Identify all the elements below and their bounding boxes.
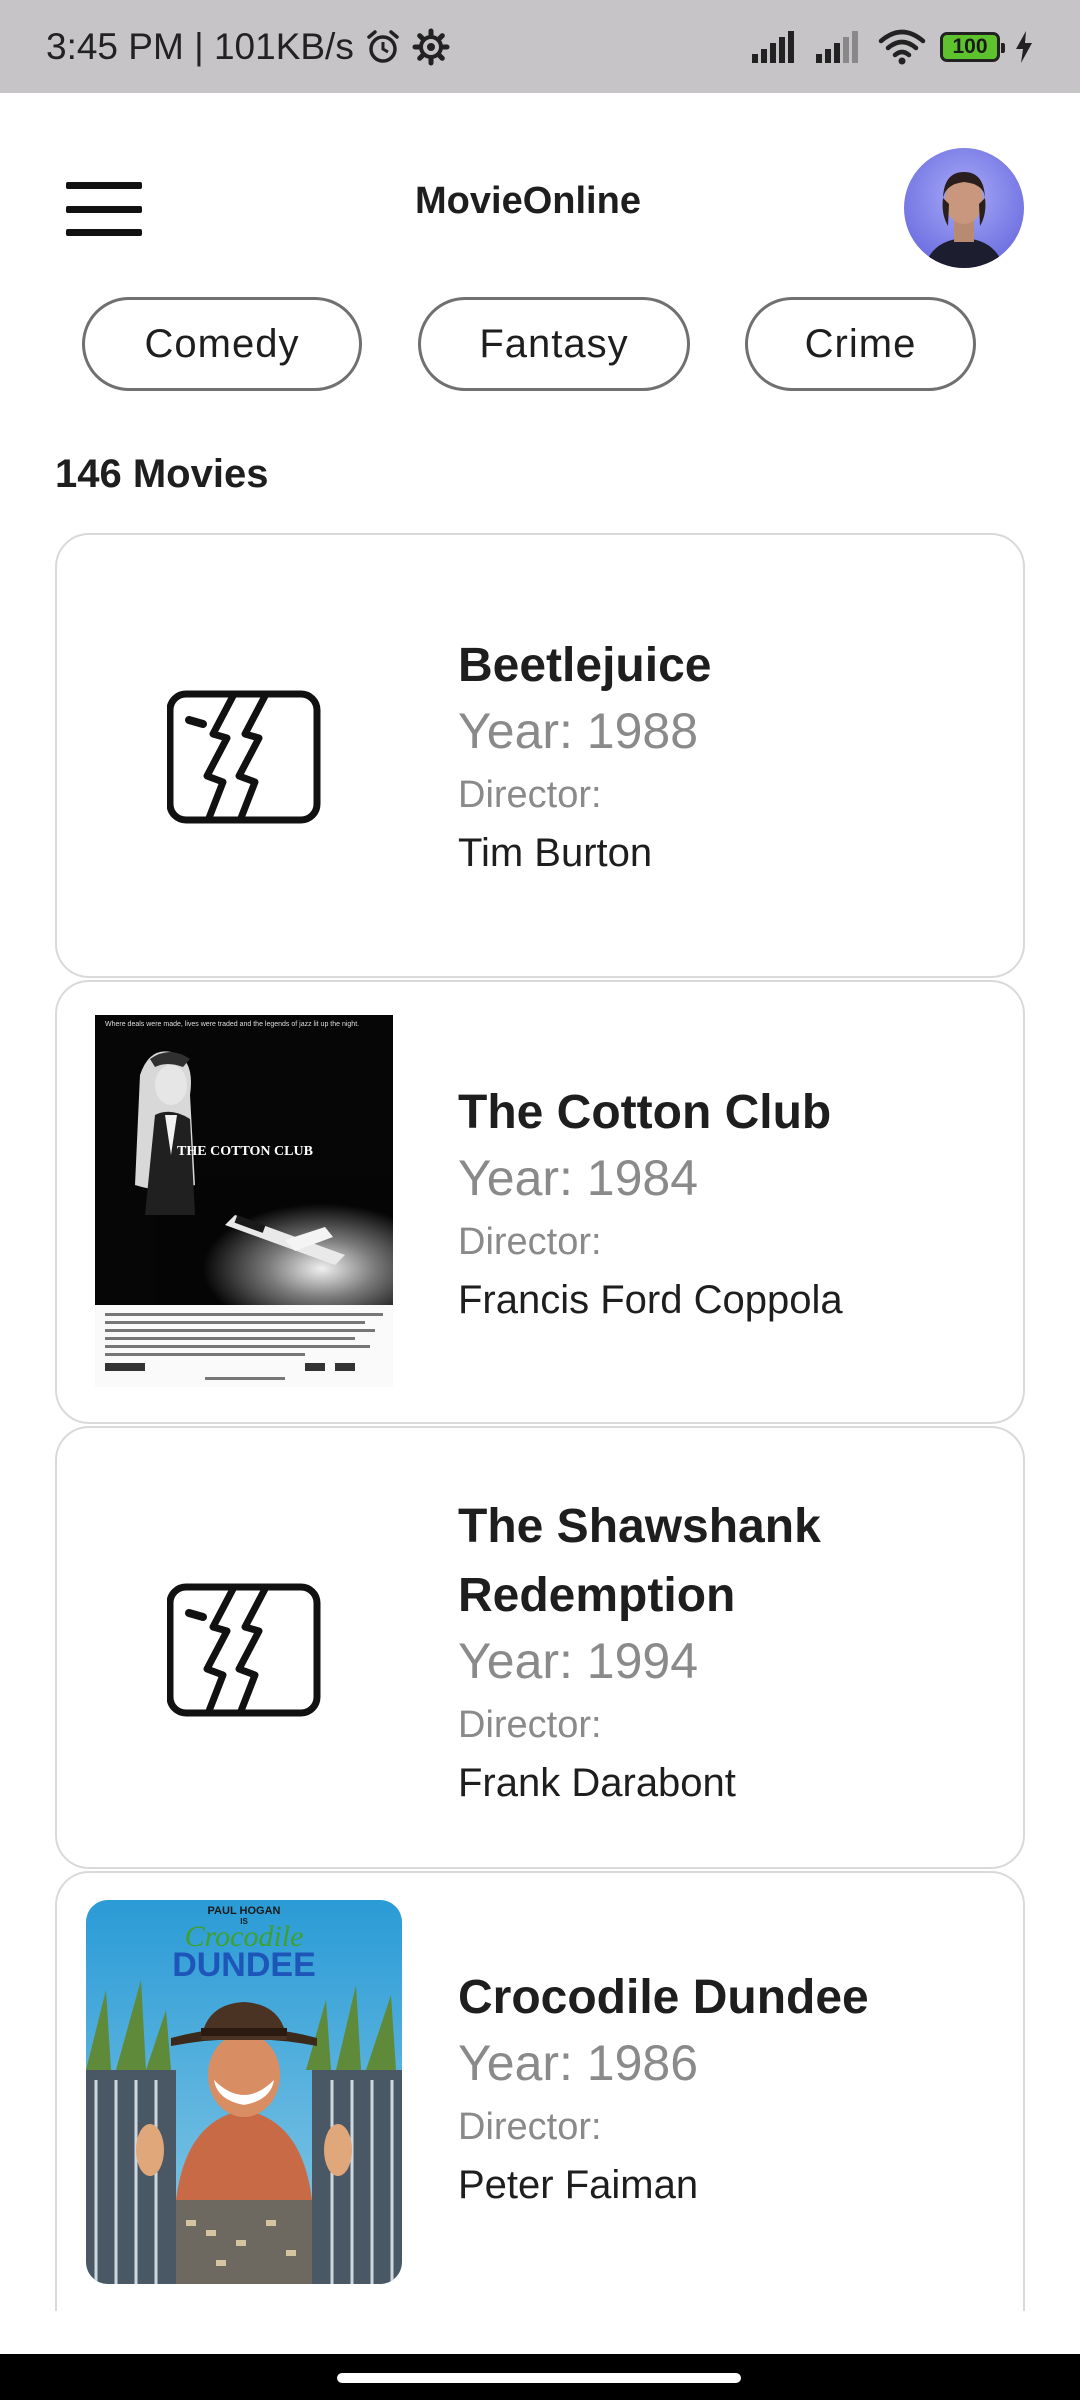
genre-chip-label: Comedy [144,321,300,366]
genre-chip-comedy[interactable]: Comedy [82,297,362,391]
movie-card[interactable]: The Shawshank Redemption Year: 1994 Dire… [55,1426,1025,1869]
movie-year: Year: 1988 [458,703,699,759]
movie-info: Crocodile Dundee Year: 1986 Director: Pe… [458,1963,869,2214]
menu-bar-line [66,229,142,236]
movie-year: Year: 1986 [458,2035,699,2091]
director-label: Director: [458,1704,602,1746]
poster-logo-bottom: DUNDEE [172,1946,316,1984]
movie-poster: PAUL HOGAN IS Crocodile DUNDEE [86,1900,402,2284]
movie-year: Year: 1994 [458,1633,699,1689]
genre-chip-fantasy[interactable]: Fantasy [418,297,690,391]
status-bar: 3:45 PM | 101KB/s 100 [0,0,1080,93]
movie-info: The Shawshank Redemption Year: 1994 Dire… [458,1492,978,1812]
battery-level: 100 [952,34,988,58]
charging-icon [1014,30,1034,64]
battery-icon: 100 [940,31,1005,62]
movie-title: The Shawshank Redemption [458,1500,821,1622]
movie-card[interactable]: Where deals were made, lives were traded… [55,980,1025,1424]
movie-year: Year: 1984 [458,1150,699,1206]
status-right: 100 [750,29,1034,65]
movie-info: The Cotton Club Year: 1984 Director: Fra… [458,1078,843,1329]
director-label: Director: [458,2106,602,2148]
director-name: Peter Faiman [458,2163,699,2207]
genre-chip-label: Crime [804,321,917,366]
movie-card[interactable]: PAUL HOGAN IS Crocodile DUNDEE Crocodile… [55,1871,1025,2311]
wifi-icon [878,29,926,65]
director-label: Director: [458,1221,602,1263]
app-title: MovieOnline [415,180,641,222]
status-time-speed: 3:45 PM | 101KB/s [46,25,354,67]
user-avatar[interactable] [904,148,1024,268]
movie-title: The Cotton Club [458,1086,832,1139]
movie-count: 146 Movies [55,452,269,496]
signal-icon [750,30,800,64]
home-indicator[interactable] [337,2373,741,2383]
movie-title: Crocodile Dundee [458,1971,869,2024]
signal-icon [814,30,864,64]
director-name: Frank Darabont [458,1761,736,1805]
movie-poster: Where deals were made, lives were traded… [95,1015,393,1392]
genre-chip-crime[interactable]: Crime [745,297,976,391]
director-label: Director: [458,774,602,816]
movie-card[interactable]: Beetlejuice Year: 1988 Director: Tim Bur… [55,533,1025,978]
poster-logo: THE COTTON CLUB [177,1144,313,1159]
settings-gear-icon [412,28,450,66]
director-name: Tim Burton [458,831,653,875]
poster-tagline: Where deals were made, lives were traded… [105,1021,359,1028]
placeholder-image-icon [166,1583,321,1722]
movie-title: Beetlejuice [458,639,712,692]
poster-actor: PAUL HOGAN [208,1905,281,1917]
status-left: 3:45 PM | 101KB/s [46,26,450,68]
director-name: Francis Ford Coppola [458,1278,843,1322]
movie-info: Beetlejuice Year: 1988 Director: Tim Bur… [458,631,711,882]
placeholder-image-icon [166,690,321,829]
genre-chip-label: Fantasy [479,321,629,366]
alarm-icon [364,28,402,66]
